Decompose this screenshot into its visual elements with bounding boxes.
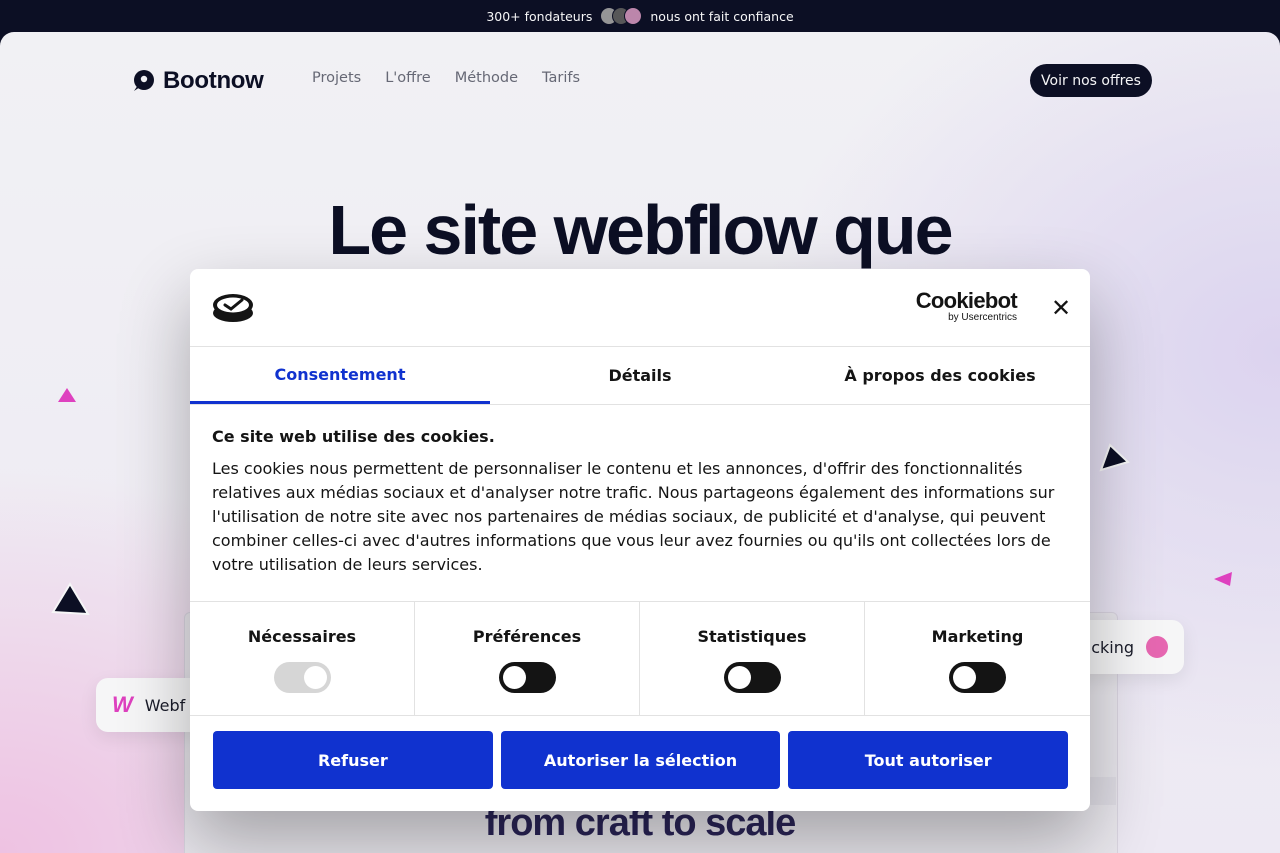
consent-text: Les cookies nous permettent de personnal… (212, 459, 1055, 574)
statistiques-switch[interactable] (723, 662, 781, 693)
consent-body: Ce site web utilise des cookies. Les coo… (212, 427, 1068, 577)
switch-knob (953, 666, 976, 689)
consent-buttons: Refuser Autoriser la sélection Tout auto… (213, 731, 1069, 789)
allow-selection-button[interactable]: Autoriser la sélection (500, 731, 781, 789)
dialog-header: Cookiebot by Usercentrics ✕ (190, 269, 1090, 347)
toggle-preferences: Préférences (415, 602, 640, 715)
toggle-label: Préférences (472, 627, 582, 646)
deny-button[interactable]: Refuser (213, 731, 493, 789)
cookie-consent-dialog: Cookiebot by Usercentrics ✕ Consentement… (190, 269, 1090, 811)
tab-consentement[interactable]: Consentement (190, 347, 490, 404)
allow-all-button[interactable]: Tout autoriser (788, 731, 1069, 789)
tab-details[interactable]: Détails (490, 347, 790, 404)
dialog-tabs: Consentement Détails À propos des cookie… (190, 347, 1090, 405)
consent-title: Ce site web utilise des cookies. (212, 427, 495, 446)
marketing-switch[interactable] (949, 662, 1006, 693)
tab-a-propos[interactable]: À propos des cookies (790, 347, 1090, 404)
switch-knob (303, 666, 327, 689)
cookiebot-brand[interactable]: Cookiebot by Usercentrics (915, 288, 1018, 323)
toggle-marketing: Marketing (865, 602, 1090, 715)
usercentrics-label: by Usercentrics (948, 312, 1017, 323)
toggle-label: Nécessaires (247, 627, 357, 646)
switch-knob (502, 666, 526, 689)
cookiebot-wordmark: Cookiebot (915, 288, 1018, 313)
toggle-label: Statistiques (697, 627, 807, 646)
cookie-logo-icon (213, 294, 253, 322)
preferences-switch[interactable] (498, 662, 556, 693)
necessaires-switch[interactable] (273, 662, 331, 693)
toggle-necessaires: Nécessaires (190, 602, 415, 715)
consent-toggles: Nécessaires Préférences Statistiques Mar… (190, 601, 1090, 716)
switch-knob (727, 666, 751, 689)
close-icon[interactable]: ✕ (1049, 296, 1073, 320)
toggle-statistiques: Statistiques (640, 602, 865, 715)
toggle-label: Marketing (931, 627, 1024, 646)
